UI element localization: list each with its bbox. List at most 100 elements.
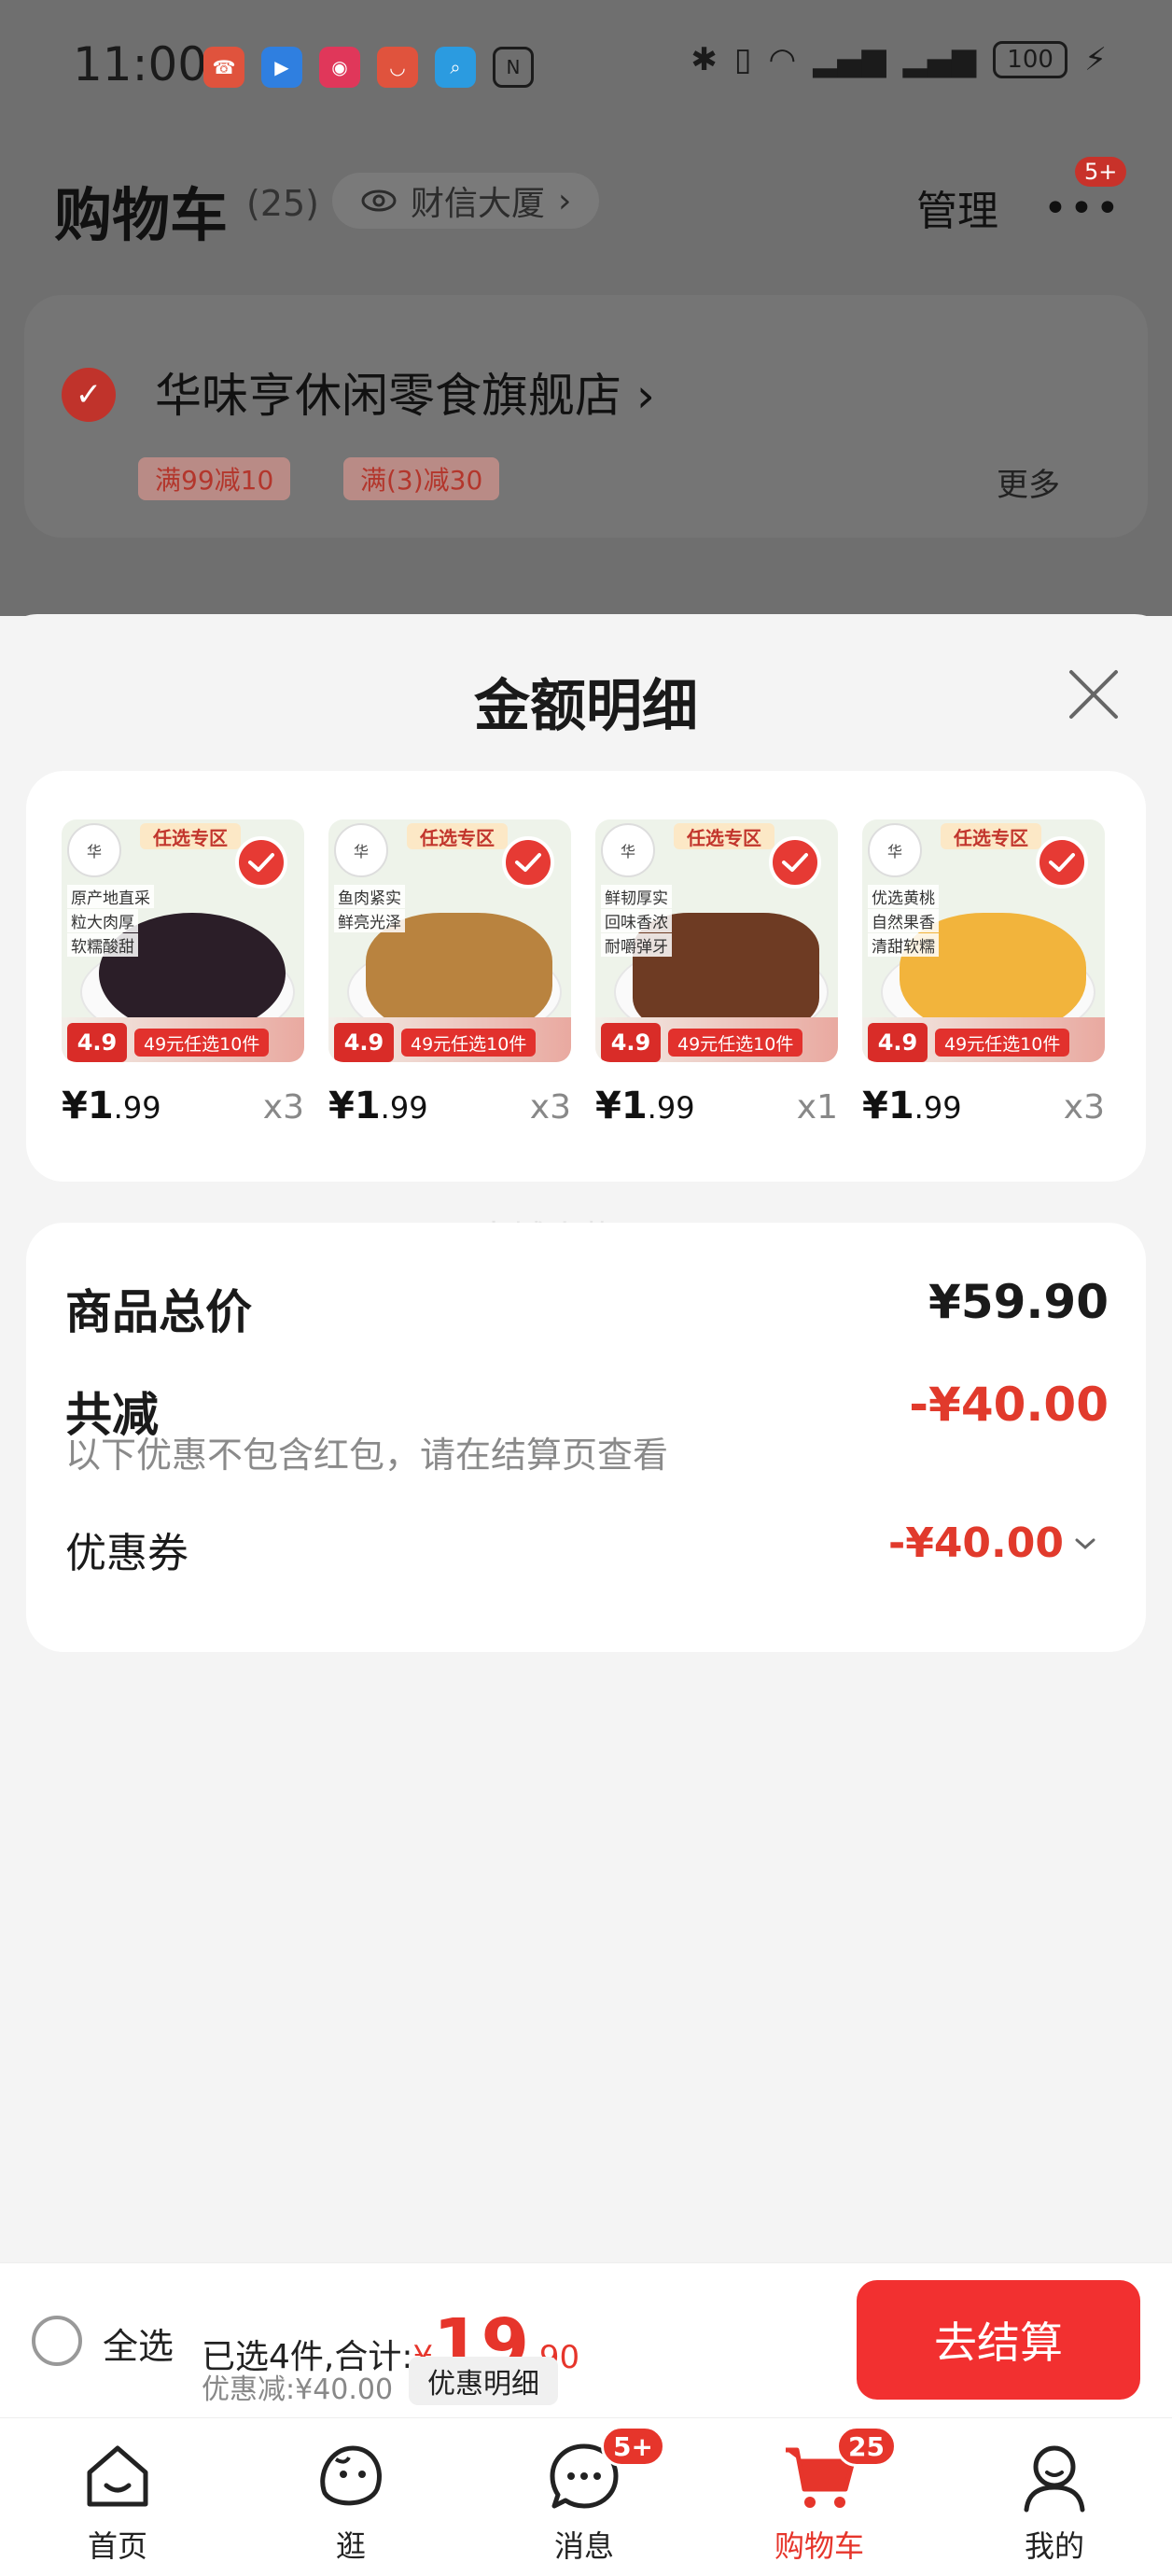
status-indicators: ✱ ▯ ◠ ▂▄▆ ▂▄▆ 100 ⚡ (691, 41, 1107, 78)
brand-logo: 华 (67, 823, 121, 877)
product-deal-tag: 49元任选10件 (134, 1029, 270, 1057)
product-feature: 鲜韧厚实 (601, 885, 672, 908)
price-integer: ¥1 (62, 1085, 114, 1127)
brand-logo: 华 (334, 823, 388, 877)
huawei-app-icon: ◡ (377, 47, 418, 88)
product-price: ¥1.99 (62, 1085, 161, 1127)
product-feature: 粒大肉厚 (67, 909, 138, 932)
check-icon[interactable] (1036, 836, 1088, 889)
select-all-label[interactable]: 全选 (103, 2317, 174, 2369)
nav-profile[interactable]: 我的 (961, 2418, 1148, 2576)
product-item[interactable]: 华 任选专区 优选黄桃 自然果香 清甜软糯 4.9 49元任选10件 ¥1.99… (862, 819, 1105, 1127)
nav-cart[interactable]: 25 购物车 (726, 2418, 913, 2576)
store-name[interactable]: 华味亨休闲零食旗舰店 › (155, 358, 655, 426)
product-feature: 优选黄桃 (868, 885, 939, 908)
price-integer: ¥1 (328, 1085, 381, 1127)
nav-label: 首页 (87, 2528, 147, 2564)
nav-home[interactable]: 首页 (24, 2418, 211, 2576)
bottom-nav: 首页 逛 5+ 消息 25 购物车 我的 (0, 2417, 1172, 2576)
product-item[interactable]: 华 任选专区 原产地直采 粒大肉厚 软糯酸甜 4.9 49元任选10件 ¥1.9… (62, 819, 304, 1127)
store-check-icon[interactable]: ✓ (62, 368, 116, 422)
price-integer: ¥1 (862, 1085, 914, 1127)
product-feature: 原产地直采 (67, 885, 154, 908)
product-feature: 鱼肉紧实 (334, 885, 405, 908)
status-bar: 11:00 ☎ ▶ ◉ ◡ ⌕ N ✱ ▯ ◠ ▂▄▆ ▂▄▆ 100 ⚡ (0, 0, 1172, 131)
product-price: ¥1.99 (328, 1085, 428, 1127)
product-banner: 任选专区 (941, 823, 1041, 849)
product-quantity: x3 (262, 1088, 304, 1127)
price-decimal: .99 (380, 1090, 428, 1126)
promo-tag[interactable]: 满(3)减30 (343, 457, 500, 500)
price-decimal: .99 (647, 1090, 695, 1126)
charging-icon: ⚡ (1084, 41, 1107, 78)
browse-icon (320, 2445, 382, 2506)
search-app-icon: ⌕ (435, 47, 476, 88)
price-summary-card: 商品总价 ¥59.90 共减 -¥40.00 以下优惠不包含红包，请在结算页查看… (26, 1223, 1146, 1652)
discount-note: 以下优惠不包含红包，请在结算页查看 (65, 1435, 669, 1476)
phone-missed-icon: ☎ (203, 47, 244, 88)
store-name-label: 华味亨休闲零食旗舰店 (155, 369, 621, 423)
product-banner: 任选专区 (407, 823, 508, 849)
bluetooth-icon: ✱ (691, 41, 718, 78)
discount-summary: 优惠减:¥40.00 (202, 2373, 394, 2406)
nav-badge: 25 (836, 2426, 897, 2467)
product-image: 华 任选专区 优选黄桃 自然果香 清甜软糯 4.9 49元任选10件 (862, 819, 1105, 1062)
status-time: 11:00 (73, 37, 208, 91)
product-item[interactable]: 华 任选专区 鱼肉紧实 鲜亮光泽 4.9 49元任选10件 ¥1.99 x3 (328, 819, 571, 1127)
product-image: 华 任选专区 鲜韧厚实 回味香浓 耐嚼弹牙 4.9 49元任选10件 (595, 819, 838, 1062)
product-list-card: 华 任选专区 原产地直采 粒大肉厚 软糯酸甜 4.9 49元任选10件 ¥1.9… (26, 771, 1146, 1182)
nav-label: 购物车 (774, 2528, 864, 2564)
nav-messages[interactable]: 5+ 消息 (491, 2418, 677, 2576)
product-item[interactable]: 华 任选专区 鲜韧厚实 回味香浓 耐嚼弹牙 4.9 49元任选10件 ¥1.99… (595, 819, 838, 1127)
coupon-label: 优惠券 (65, 1530, 188, 1577)
nav-label: 消息 (553, 2528, 614, 2564)
discount-detail-button[interactable]: 优惠明细 (409, 2357, 558, 2405)
product-feature: 耐嚼弹牙 (601, 933, 672, 957)
chevron-down-icon (1075, 1538, 1095, 1549)
shopping-app-icon: ◉ (319, 47, 360, 88)
product-price-badge: 4.9 (868, 1023, 928, 1062)
product-price: ¥1.99 (595, 1085, 695, 1127)
brand-logo: 华 (868, 823, 922, 877)
product-deal-tag: 49元任选10件 (935, 1029, 1070, 1057)
product-quantity: x3 (529, 1088, 571, 1127)
product-price: ¥1.99 (862, 1085, 962, 1127)
close-icon[interactable] (1064, 665, 1123, 724)
product-image: 华 任选专区 鱼肉紧实 鲜亮光泽 4.9 49元任选10件 (328, 819, 571, 1062)
home-icon (87, 2445, 148, 2507)
check-icon[interactable] (769, 836, 821, 889)
nfc-icon: N (493, 47, 534, 88)
product-feature: 鲜亮光泽 (334, 909, 405, 932)
coupon-value: -¥40.00 (887, 1519, 1064, 1567)
select-all-radio[interactable] (32, 2316, 82, 2366)
product-price-badge: 4.9 (601, 1023, 661, 1062)
product-deal-tag: 49元任选10件 (401, 1029, 537, 1057)
profile-icon (1024, 2445, 1085, 2513)
sheet-title: 金额明细 (474, 674, 698, 739)
signal-icon: ▂▄▆ (813, 41, 886, 78)
price-decimal: .99 (113, 1090, 161, 1126)
check-icon[interactable] (502, 836, 554, 889)
product-banner: 任选专区 (674, 823, 774, 849)
promo-tag[interactable]: 满99减10 (138, 457, 291, 500)
checkout-button[interactable]: 去结算 (857, 2280, 1140, 2400)
nav-label: 我的 (1024, 2528, 1084, 2564)
price-decimal: .99 (914, 1090, 962, 1126)
check-icon[interactable] (235, 836, 287, 889)
battery-icon: 100 (993, 41, 1068, 78)
vibrate-icon: ▯ (733, 41, 752, 78)
product-price-badge: 4.9 (67, 1023, 127, 1062)
nav-badge: 5+ (601, 2426, 665, 2467)
nav-browse[interactable]: 逛 (258, 2418, 444, 2576)
product-deal-tag: 49元任选10件 (668, 1029, 803, 1057)
filter-tabs: 全部 送礼 凑单 降价 筛选 (0, 177, 1172, 413)
product-feature: 软糯酸甜 (67, 933, 138, 957)
wifi-icon: ◠ (768, 41, 797, 78)
discount-value: -¥40.00 (909, 1378, 1109, 1432)
signal-icon-2: ▂▄▆ (902, 41, 977, 78)
coupon-row-toggle[interactable]: -¥40.00 (888, 1519, 1097, 1567)
product-quantity: x3 (1063, 1088, 1105, 1127)
product-banner: 任选专区 (140, 823, 241, 849)
product-image: 华 任选专区 原产地直采 粒大肉厚 软糯酸甜 4.9 49元任选10件 (62, 819, 304, 1062)
store-more-link[interactable]: 更多 (997, 459, 1060, 505)
